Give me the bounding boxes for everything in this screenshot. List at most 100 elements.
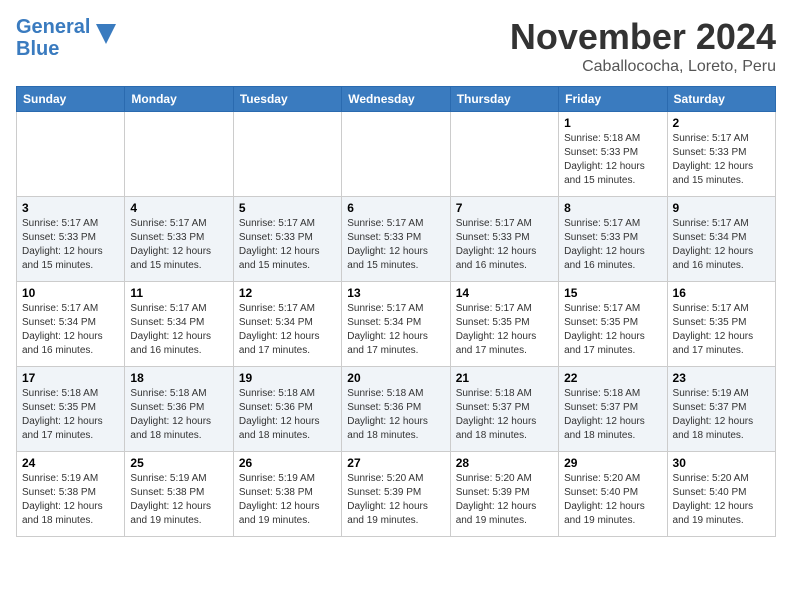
logo-text: GeneralBlue (16, 16, 90, 60)
calendar-week-row: 24 Sunrise: 5:19 AM Sunset: 5:38 PM Dayli… (17, 452, 776, 537)
calendar-day-cell (17, 112, 125, 197)
calendar-day-cell: 21Sunrise: 5:18 AM Sunset: 5:37 PM Dayli… (450, 367, 558, 452)
day-number: 21 (456, 371, 553, 385)
calendar-day-cell: 10 Sunrise: 5:17 AM Sunset: 5:34 PM Dayli… (17, 282, 125, 367)
calendar-day-cell: 18 Sunrise: 5:18 AM Sunset: 5:36 PM Dayli… (125, 367, 233, 452)
day-info: Sunrise: 5:17 AM Sunset: 5:33 PM Dayligh… (673, 132, 770, 188)
calendar-day-cell: 7 Sunrise: 5:17 AM Sunset: 5:33 PM Daylig… (450, 197, 558, 282)
day-number: 4 (130, 201, 227, 215)
calendar-header-row: SundayMondayTuesdayWednesdayThursdayFrid… (17, 87, 776, 112)
day-info: Sunrise: 5:17 AM Sunset: 5:34 PM Dayligh… (22, 302, 119, 358)
day-number: 24 (22, 456, 119, 470)
month-title: November 2024 (510, 16, 776, 58)
day-info: Sunrise: 5:17 AM Sunset: 5:34 PM Dayligh… (130, 302, 227, 358)
day-number: 16 (673, 286, 770, 300)
day-number: 22 (564, 371, 661, 385)
day-info: Sunrise: 5:18 AM Sunset: 5:36 PM Dayligh… (347, 387, 444, 443)
day-number: 1 (564, 116, 661, 130)
day-info: Sunrise: 5:17 AM Sunset: 5:33 PM Dayligh… (239, 217, 336, 273)
day-info: Sunrise: 5:17 AM Sunset: 5:35 PM Dayligh… (673, 302, 770, 358)
weekday-header: Friday (559, 87, 667, 112)
day-number: 17 (22, 371, 119, 385)
day-info: Sunrise: 5:20 AM Sunset: 5:39 PM Dayligh… (456, 472, 553, 528)
weekday-header: Saturday (667, 87, 775, 112)
calendar-day-cell: 30 Sunrise: 5:20 AM Sunset: 5:40 PM Dayli… (667, 452, 775, 537)
calendar-day-cell: 4 Sunrise: 5:17 AM Sunset: 5:33 PM Daylig… (125, 197, 233, 282)
calendar-day-cell: 17 Sunrise: 5:18 AM Sunset: 5:35 PM Dayli… (17, 367, 125, 452)
day-info: Sunrise: 5:17 AM Sunset: 5:34 PM Dayligh… (673, 217, 770, 273)
day-info: Sunrise: 5:19 AM Sunset: 5:38 PM Dayligh… (22, 472, 119, 528)
logo-arrow-icon (92, 20, 120, 48)
day-info: Sunrise: 5:20 AM Sunset: 5:39 PM Dayligh… (347, 472, 444, 528)
day-number: 29 (564, 456, 661, 470)
day-info: Sunrise: 5:17 AM Sunset: 5:35 PM Dayligh… (456, 302, 553, 358)
day-info: Sunrise: 5:17 AM Sunset: 5:33 PM Dayligh… (456, 217, 553, 273)
weekday-header: Wednesday (342, 87, 450, 112)
day-number: 15 (564, 286, 661, 300)
day-info: Sunrise: 5:17 AM Sunset: 5:34 PM Dayligh… (347, 302, 444, 358)
calendar-day-cell: 20Sunrise: 5:18 AM Sunset: 5:36 PM Dayli… (342, 367, 450, 452)
day-info: Sunrise: 5:19 AM Sunset: 5:37 PM Dayligh… (673, 387, 770, 443)
day-info: Sunrise: 5:18 AM Sunset: 5:37 PM Dayligh… (564, 387, 661, 443)
calendar-day-cell: 25 Sunrise: 5:19 AM Sunset: 5:38 PM Dayli… (125, 452, 233, 537)
calendar-day-cell: 29 Sunrise: 5:20 AM Sunset: 5:40 PM Dayli… (559, 452, 667, 537)
calendar-day-cell (233, 112, 341, 197)
calendar-day-cell (450, 112, 558, 197)
calendar-day-cell: 28 Sunrise: 5:20 AM Sunset: 5:39 PM Dayli… (450, 452, 558, 537)
day-number: 11 (130, 286, 227, 300)
day-info: Sunrise: 5:17 AM Sunset: 5:33 PM Dayligh… (347, 217, 444, 273)
page-header: GeneralBlue November 2024 Caballococha, … (16, 16, 776, 76)
calendar-day-cell (125, 112, 233, 197)
calendar-day-cell: 15 Sunrise: 5:17 AM Sunset: 5:35 PM Dayli… (559, 282, 667, 367)
day-number: 26 (239, 456, 336, 470)
day-info: Sunrise: 5:17 AM Sunset: 5:33 PM Dayligh… (564, 217, 661, 273)
day-info: Sunrise: 5:20 AM Sunset: 5:40 PM Dayligh… (673, 472, 770, 528)
day-number: 6 (347, 201, 444, 215)
calendar-week-row: 10 Sunrise: 5:17 AM Sunset: 5:34 PM Dayli… (17, 282, 776, 367)
logo: GeneralBlue (16, 16, 120, 60)
day-number: 19 (239, 371, 336, 385)
day-info: Sunrise: 5:17 AM Sunset: 5:33 PM Dayligh… (130, 217, 227, 273)
day-number: 3 (22, 201, 119, 215)
calendar-day-cell: 3 Sunrise: 5:17 AM Sunset: 5:33 PM Daylig… (17, 197, 125, 282)
day-number: 10 (22, 286, 119, 300)
day-info: Sunrise: 5:18 AM Sunset: 5:36 PM Dayligh… (239, 387, 336, 443)
day-number: 25 (130, 456, 227, 470)
calendar-day-cell: 14 Sunrise: 5:17 AM Sunset: 5:35 PM Dayli… (450, 282, 558, 367)
calendar-day-cell: 22 Sunrise: 5:18 AM Sunset: 5:37 PM Dayli… (559, 367, 667, 452)
calendar-day-cell: 1 Sunrise: 5:18 AM Sunset: 5:33 PM Daylig… (559, 112, 667, 197)
day-number: 8 (564, 201, 661, 215)
title-block: November 2024 Caballococha, Loreto, Peru (510, 16, 776, 76)
calendar-day-cell: 6 Sunrise: 5:17 AM Sunset: 5:33 PM Daylig… (342, 197, 450, 282)
calendar-day-cell: 8 Sunrise: 5:17 AM Sunset: 5:33 PM Daylig… (559, 197, 667, 282)
day-info: Sunrise: 5:19 AM Sunset: 5:38 PM Dayligh… (130, 472, 227, 528)
calendar-day-cell: 9Sunrise: 5:17 AM Sunset: 5:34 PM Daylig… (667, 197, 775, 282)
day-info: Sunrise: 5:18 AM Sunset: 5:35 PM Dayligh… (22, 387, 119, 443)
day-number: 5 (239, 201, 336, 215)
calendar-day-cell (342, 112, 450, 197)
day-number: 18 (130, 371, 227, 385)
calendar-day-cell: 23Sunrise: 5:19 AM Sunset: 5:37 PM Dayli… (667, 367, 775, 452)
day-number: 28 (456, 456, 553, 470)
calendar-day-cell: 2Sunrise: 5:17 AM Sunset: 5:33 PM Daylig… (667, 112, 775, 197)
day-number: 12 (239, 286, 336, 300)
calendar-week-row: 3 Sunrise: 5:17 AM Sunset: 5:33 PM Daylig… (17, 197, 776, 282)
day-info: Sunrise: 5:18 AM Sunset: 5:36 PM Dayligh… (130, 387, 227, 443)
day-info: Sunrise: 5:20 AM Sunset: 5:40 PM Dayligh… (564, 472, 661, 528)
weekday-header: Tuesday (233, 87, 341, 112)
calendar-day-cell: 13Sunrise: 5:17 AM Sunset: 5:34 PM Dayli… (342, 282, 450, 367)
calendar-day-cell: 16 Sunrise: 5:17 AM Sunset: 5:35 PM Dayli… (667, 282, 775, 367)
day-number: 14 (456, 286, 553, 300)
calendar-day-cell: 27Sunrise: 5:20 AM Sunset: 5:39 PM Dayli… (342, 452, 450, 537)
day-number: 30 (673, 456, 770, 470)
day-info: Sunrise: 5:18 AM Sunset: 5:33 PM Dayligh… (564, 132, 661, 188)
calendar-week-row: 17 Sunrise: 5:18 AM Sunset: 5:35 PM Dayli… (17, 367, 776, 452)
calendar-day-cell: 11 Sunrise: 5:17 AM Sunset: 5:34 PM Dayli… (125, 282, 233, 367)
day-number: 7 (456, 201, 553, 215)
calendar-week-row: 1 Sunrise: 5:18 AM Sunset: 5:33 PM Daylig… (17, 112, 776, 197)
day-info: Sunrise: 5:17 AM Sunset: 5:35 PM Dayligh… (564, 302, 661, 358)
day-info: Sunrise: 5:17 AM Sunset: 5:33 PM Dayligh… (22, 217, 119, 273)
calendar-day-cell: 26Sunrise: 5:19 AM Sunset: 5:38 PM Dayli… (233, 452, 341, 537)
calendar-day-cell: 5 Sunrise: 5:17 AM Sunset: 5:33 PM Daylig… (233, 197, 341, 282)
weekday-header: Thursday (450, 87, 558, 112)
